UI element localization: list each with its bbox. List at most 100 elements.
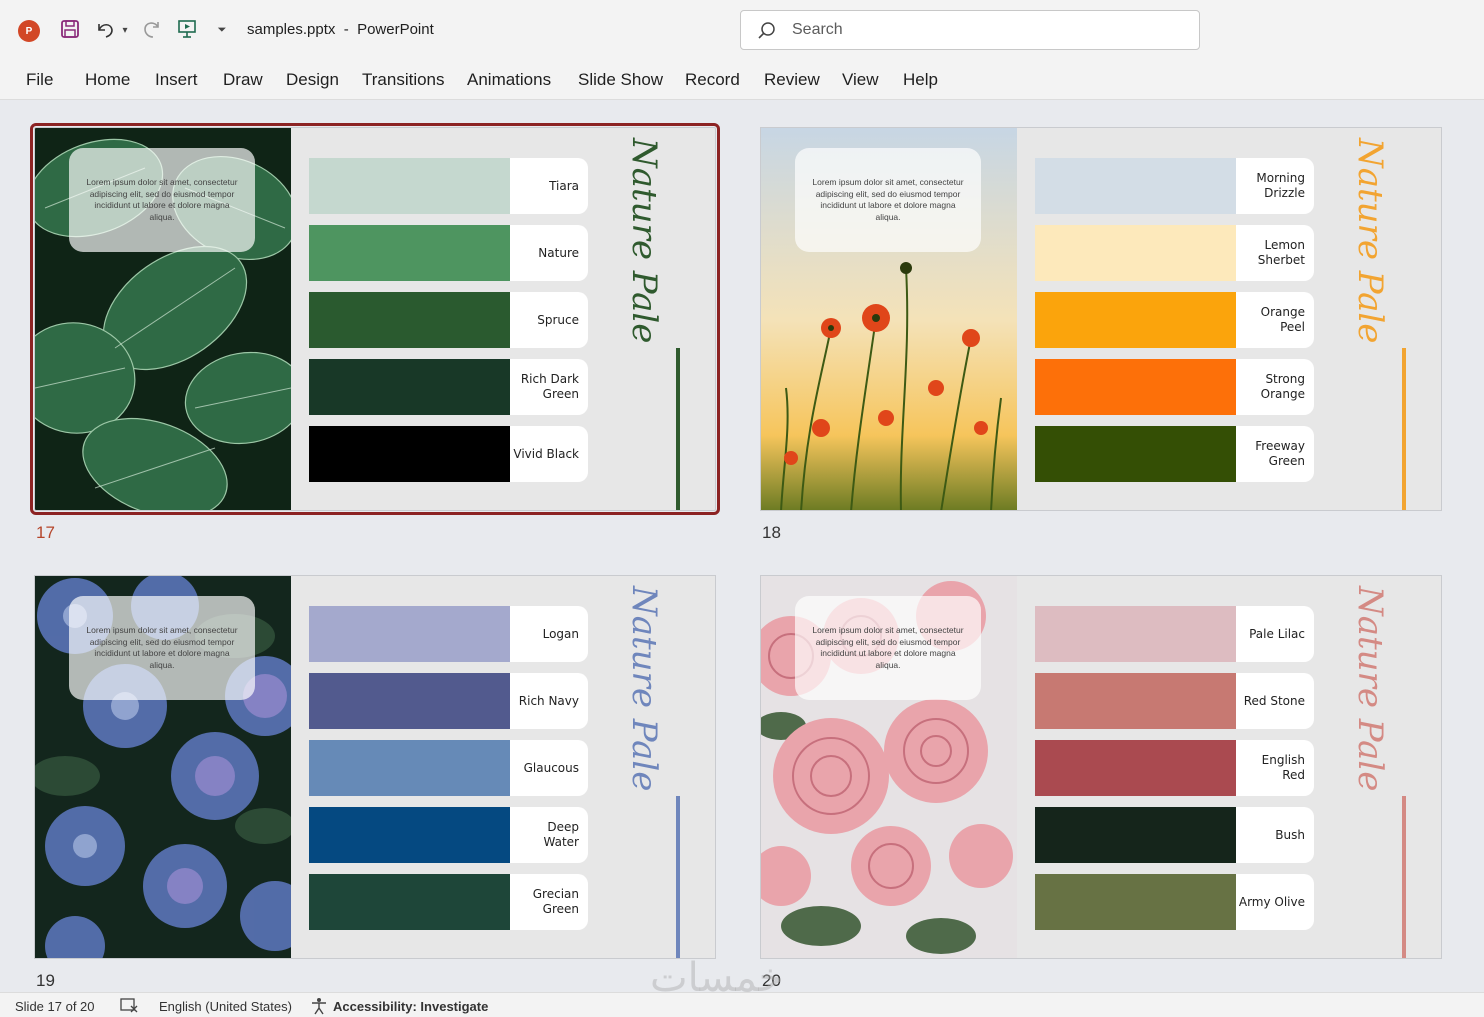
- swatch-color: [309, 292, 511, 348]
- swatch-label: Grecian Green: [510, 874, 588, 930]
- present-from-beginning-icon[interactable]: [176, 18, 198, 40]
- swatch-label: Lemon Sherbet: [1236, 225, 1314, 281]
- slide-number: 17: [36, 523, 55, 542]
- undo-dropdown-icon[interactable]: ▾: [119, 20, 131, 40]
- swatch-color: [1035, 426, 1237, 482]
- swatch-label: Strong Orange: [1236, 359, 1314, 415]
- leaf-photo: Lorem ipsum dolor sit amet, consectetur …: [35, 128, 291, 510]
- swatch-color: [1035, 225, 1237, 281]
- slide-counter[interactable]: Slide 17 of 20: [15, 999, 95, 1014]
- swatch-color: [309, 225, 511, 281]
- undo-icon[interactable]: [94, 18, 116, 40]
- title-art-text: Nature Palette: [1350, 137, 1390, 344]
- lorem-textbox: Lorem ipsum dolor sit amet, consectetur …: [69, 148, 255, 252]
- swatch-row: Logan: [309, 606, 589, 662]
- accessibility-icon[interactable]: [310, 997, 328, 1017]
- swatch-label: Freeway Green: [1236, 426, 1314, 482]
- save-icon[interactable]: [59, 18, 81, 40]
- tab-design[interactable]: Design: [286, 70, 339, 90]
- tab-animations[interactable]: Animations: [467, 70, 551, 90]
- swatch-color: [309, 158, 511, 214]
- tab-slide-show[interactable]: Slide Show: [578, 70, 663, 90]
- swatch-label: Rich Dark Green: [510, 359, 588, 415]
- rose-photo: Lorem ipsum dolor sit amet, consectetur …: [761, 576, 1017, 958]
- accessibility-status[interactable]: Accessibility: Investigate: [333, 999, 488, 1014]
- swatch-color: [309, 426, 511, 482]
- swatch-color: [1035, 606, 1237, 662]
- tab-home[interactable]: Home: [85, 70, 130, 90]
- swatch-color: [309, 673, 511, 729]
- hydrangea-photo: Lorem ipsum dolor sit amet, consectetur …: [35, 576, 291, 958]
- swatch-row: Glaucous: [309, 740, 589, 796]
- swatch-label: Spruce: [510, 292, 588, 348]
- swatch-row: Grecian Green: [309, 874, 589, 930]
- tab-review[interactable]: Review: [764, 70, 820, 90]
- swatch-row: Spruce: [309, 292, 589, 348]
- lorem-textbox: Lorem ipsum dolor sit amet, consectetur …: [795, 148, 981, 252]
- swatch-label: Red Stone: [1236, 673, 1314, 729]
- tab-record[interactable]: Record: [685, 70, 740, 90]
- document-title: samples.pptx - PowerPoint: [247, 21, 434, 38]
- swatch-label: Vivid Black: [510, 426, 588, 482]
- language-indicator[interactable]: English (United States): [159, 999, 292, 1014]
- title-art-text: Nature Palette: [624, 585, 664, 792]
- palette-title-art: Nature Palette: [603, 134, 703, 344]
- swatch-row: Orange Peel: [1035, 292, 1315, 348]
- swatch-row: Strong Orange: [1035, 359, 1315, 415]
- notes-accessibility-icon[interactable]: [120, 997, 138, 1016]
- title-art-text: Nature Palette: [1350, 585, 1390, 792]
- swatch-label: Army Olive: [1236, 874, 1314, 930]
- swatch-row: Morning Drizzle: [1035, 158, 1315, 214]
- swatch-color: [1035, 292, 1237, 348]
- powerpoint-logo-icon: P: [18, 20, 40, 42]
- swatch-row: Rich Dark Green: [309, 359, 589, 415]
- tab-view[interactable]: View: [842, 70, 879, 90]
- swatch-color: [1035, 874, 1237, 930]
- tab-help[interactable]: Help: [903, 70, 938, 90]
- status-bar: Slide 17 of 20 English (United States) A…: [0, 992, 1484, 1017]
- swatch-label: English Red: [1236, 740, 1314, 796]
- ribbon-tabs: File Home Insert Draw Design Transitions…: [0, 60, 1484, 100]
- swatch-color: [1035, 740, 1237, 796]
- tab-draw[interactable]: Draw: [223, 70, 263, 90]
- tab-file[interactable]: File: [26, 70, 53, 90]
- slide-number: 18: [762, 523, 781, 542]
- swatch-row: Bush: [1035, 807, 1315, 863]
- swatch-color: [1035, 359, 1237, 415]
- accent-line: [676, 796, 680, 958]
- swatch-color: [309, 606, 511, 662]
- swatch-color: [309, 807, 511, 863]
- swatch-row: Pale Lilac: [1035, 606, 1315, 662]
- swatch-label: Nature: [510, 225, 588, 281]
- search-icon: [757, 21, 777, 41]
- swatch-label: Orange Peel: [1236, 292, 1314, 348]
- slide-thumbnail-17[interactable]: Lorem ipsum dolor sit amet, consectetur …: [30, 123, 720, 515]
- swatch-label: Morning Drizzle: [1236, 158, 1314, 214]
- swatch-row: Freeway Green: [1035, 426, 1315, 482]
- palette-title-art: Nature Palette: [1329, 582, 1429, 792]
- tab-insert[interactable]: Insert: [155, 70, 198, 90]
- swatch-row: Lemon Sherbet: [1035, 225, 1315, 281]
- swatch-row: Army Olive: [1035, 874, 1315, 930]
- lorem-textbox: Lorem ipsum dolor sit amet, consectetur …: [795, 596, 981, 700]
- title-art-text: Nature Palette: [624, 137, 664, 344]
- customize-toolbar-icon[interactable]: ⏷: [213, 20, 231, 40]
- tab-transitions[interactable]: Transitions: [362, 70, 445, 90]
- accent-line: [1402, 796, 1406, 958]
- swatch-label: Logan: [510, 606, 588, 662]
- redo-icon[interactable]: [141, 18, 163, 40]
- slide-thumbnail-19[interactable]: Lorem ipsum dolor sit amet, consectetur …: [34, 575, 716, 959]
- swatch-color: [309, 740, 511, 796]
- swatch-label: Glaucous: [510, 740, 588, 796]
- search-placeholder: Search: [792, 21, 843, 38]
- palette-title-art: Nature Palette: [1329, 134, 1429, 344]
- lorem-textbox: Lorem ipsum dolor sit amet, consectetur …: [69, 596, 255, 700]
- slide-thumbnail-20[interactable]: Lorem ipsum dolor sit amet, consectetur …: [760, 575, 1442, 959]
- swatch-label: Pale Lilac: [1236, 606, 1314, 662]
- swatch-label: Deep Water: [510, 807, 588, 863]
- search-input[interactable]: Search: [740, 10, 1200, 50]
- accent-line: [1402, 348, 1406, 510]
- slide-thumbnail-18[interactable]: Lorem ipsum dolor sit amet, consectetur …: [760, 127, 1442, 511]
- swatch-row: Deep Water: [309, 807, 589, 863]
- swatch-row: Vivid Black: [309, 426, 589, 482]
